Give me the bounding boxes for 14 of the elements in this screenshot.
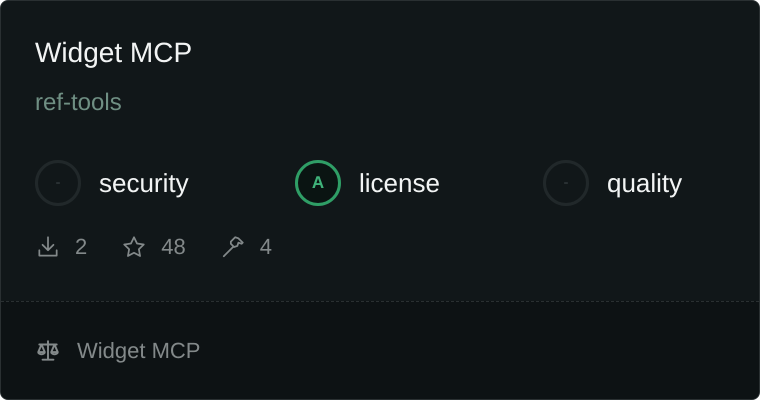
score-label: security [99,166,189,200]
card-title: Widget MCP [35,36,192,70]
stat-count: 4 [260,233,272,261]
score-label: license [359,166,440,200]
grade-badge: A [295,160,341,206]
grade-badge: - [35,160,81,206]
subtitle: ref-tools [35,88,122,118]
scale-icon [35,338,61,364]
stat-count: 2 [75,233,88,261]
star-icon [121,234,148,260]
score-label: quality [607,166,682,200]
grade-badge: - [543,160,589,206]
license-name: Widget MCP [77,337,200,365]
stat-count: 48 [161,233,186,261]
